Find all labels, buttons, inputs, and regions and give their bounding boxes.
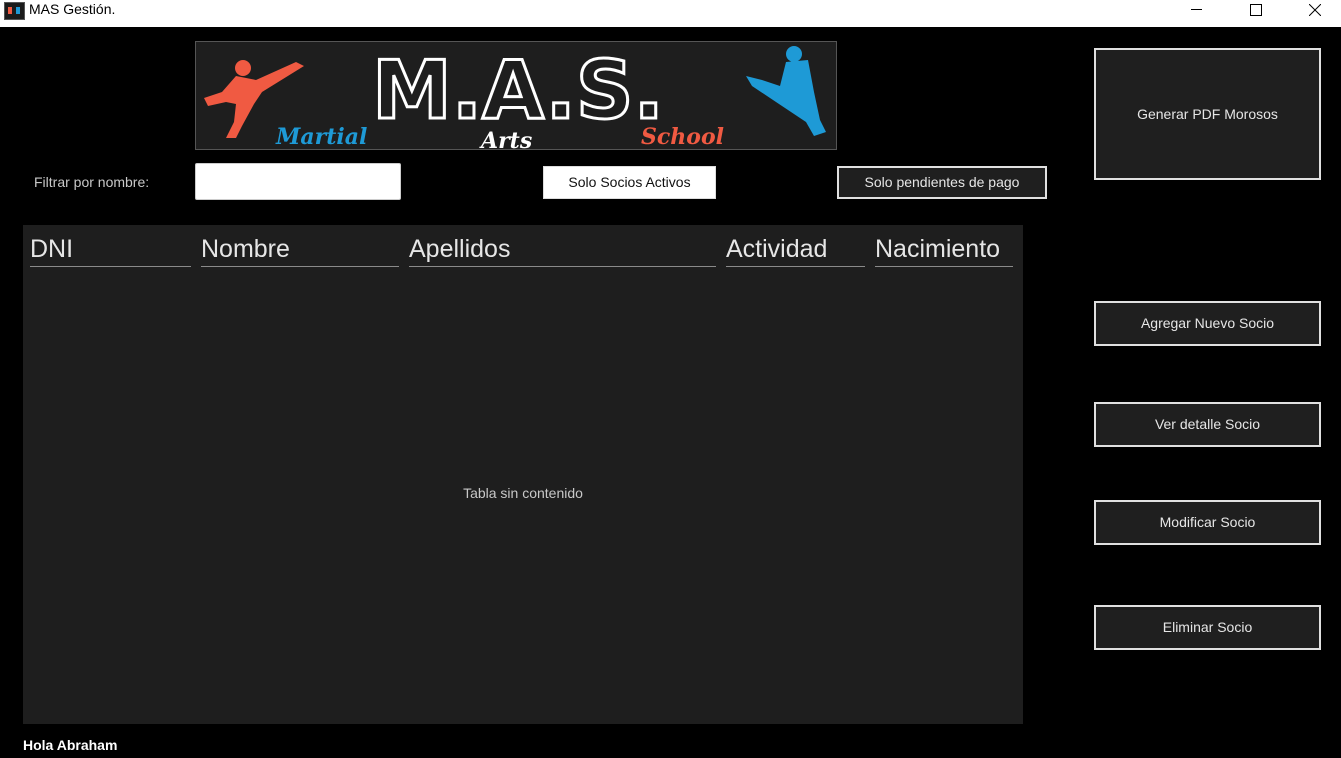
maximize-button[interactable] [1233, 0, 1279, 20]
delete-member-button[interactable]: Eliminar Socio [1094, 605, 1321, 650]
column-header-dni[interactable]: DNI [30, 229, 191, 267]
app-icon [4, 2, 25, 20]
title-bar: MAS Gestión. [0, 0, 1341, 27]
active-members-button[interactable]: Solo Socios Activos [543, 166, 716, 199]
edit-member-button[interactable]: Modificar Socio [1094, 500, 1321, 545]
minimize-button[interactable] [1174, 0, 1220, 20]
user-greeting: Hola Abraham [23, 737, 118, 753]
blue-fighter-icon [746, 46, 826, 136]
close-button[interactable] [1292, 0, 1338, 20]
window-title: MAS Gestión. [29, 1, 116, 17]
logo-initials: M.A.S. [372, 44, 664, 137]
empty-table-message: Tabla sin contenido [463, 485, 583, 501]
logo-word-martial: Martial [275, 124, 367, 149]
school-logo: M.A.S. Martial Arts School [195, 41, 837, 150]
column-header-nacimiento[interactable]: Nacimiento [875, 229, 1013, 267]
column-header-nombre[interactable]: Nombre [201, 229, 399, 267]
close-icon [1309, 4, 1321, 16]
minimize-icon [1191, 9, 1202, 10]
generate-pdf-button[interactable]: Generar PDF Morosos [1094, 48, 1321, 180]
pending-payment-button[interactable]: Solo pendientes de pago [837, 166, 1047, 199]
members-table[interactable]: DNI Nombre Apellidos Actividad Nacimient… [23, 225, 1023, 724]
column-header-actividad[interactable]: Actividad [726, 229, 865, 267]
logo-word-school: School [641, 124, 724, 149]
logo-word-arts: Arts [479, 128, 532, 149]
filter-name-input[interactable] [195, 163, 401, 200]
column-header-apellidos[interactable]: Apellidos [409, 229, 716, 267]
filter-label: Filtrar por nombre: [34, 174, 150, 190]
add-member-button[interactable]: Agregar Nuevo Socio [1094, 301, 1321, 346]
view-member-button[interactable]: Ver detalle Socio [1094, 402, 1321, 447]
maximize-icon [1250, 4, 1262, 16]
